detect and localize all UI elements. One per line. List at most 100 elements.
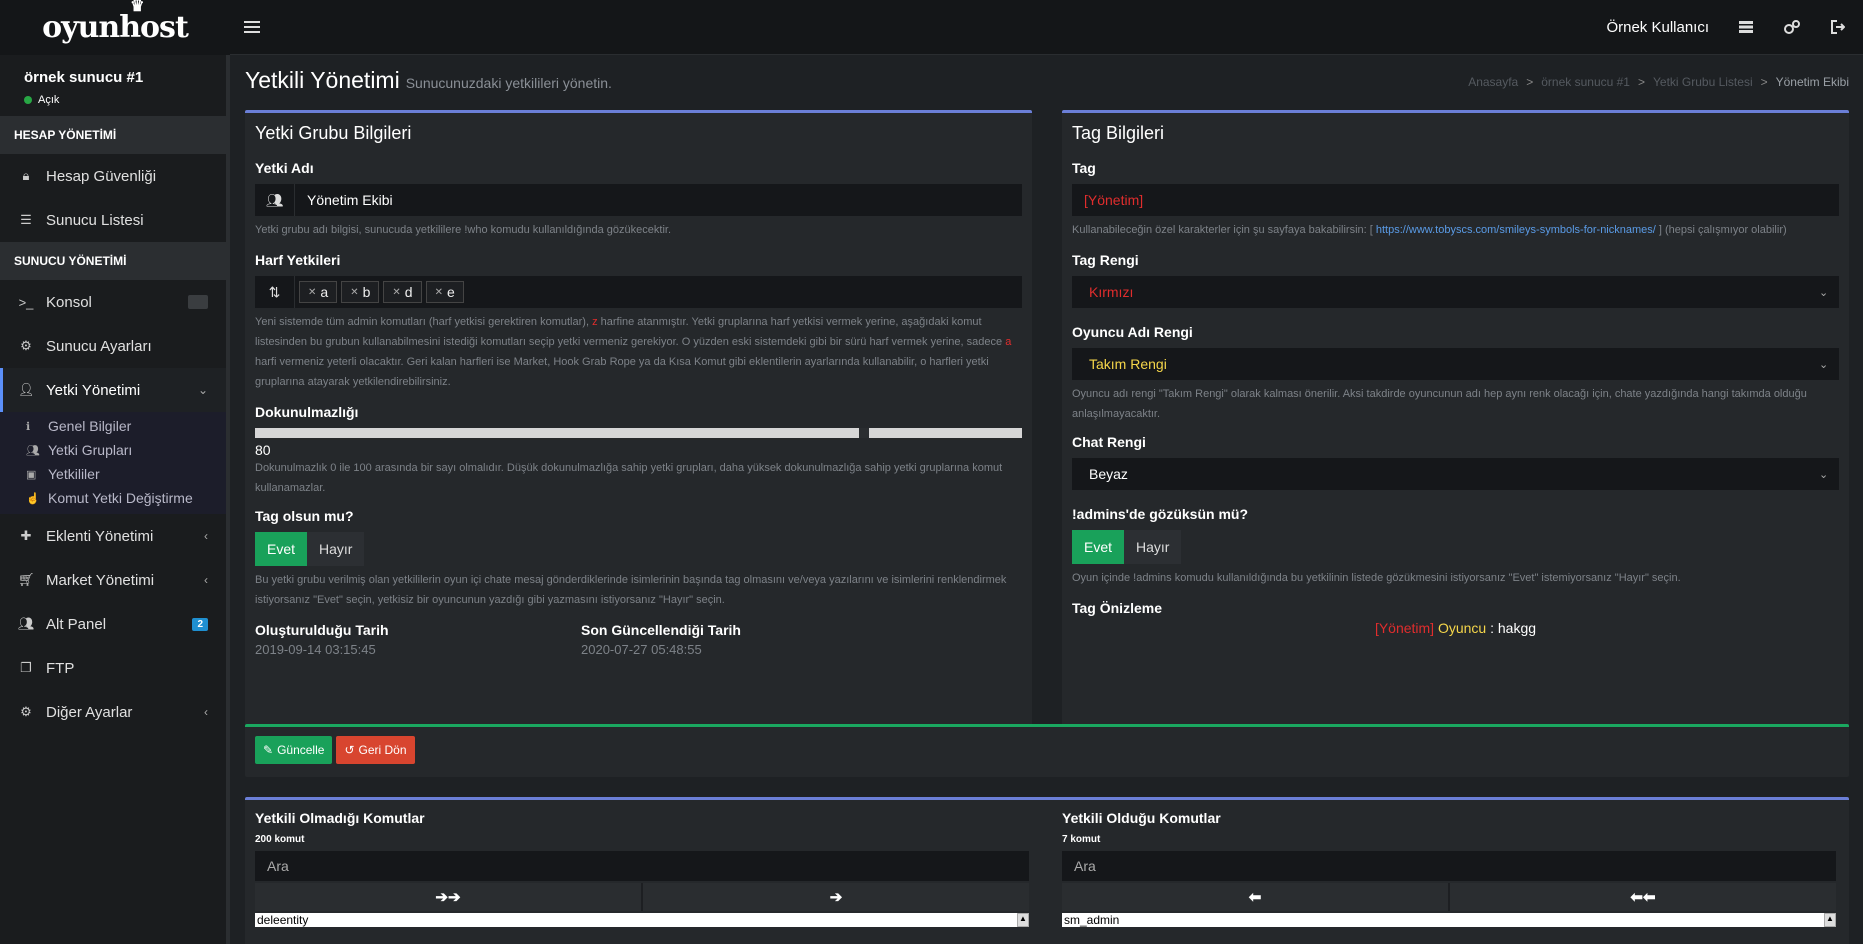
copy-icon: ❐ [20, 660, 32, 675]
section-header-server: SUNUCU YÖNETİMİ [0, 242, 226, 280]
remove-icon[interactable]: ✕ [392, 287, 400, 298]
sidebar-item-account-security[interactable]: 🔒︎ Hesap Güvenliği [0, 154, 226, 198]
slider-handle[interactable] [859, 428, 869, 438]
name-color-help: Oyuncu adı rengi "Takım Rengi" olarak ka… [1072, 388, 1807, 420]
sidebar-item-other-settings[interactable]: ⚙ Diğer Ayarlar ‹ [0, 690, 226, 734]
assigned-commands-panel: Yetkili Olduğu Komutlar 7 komut Ara ⬅ ⬅⬅… [1062, 810, 1836, 927]
menu-toggle-icon[interactable] [244, 18, 260, 36]
submenu-item-groups[interactable]: 👥︎ Yetki Grupları [0, 438, 226, 462]
tag-input[interactable]: [Yönetim] [1072, 184, 1839, 216]
admins-no-button[interactable]: Hayır [1124, 530, 1182, 564]
logout-icon[interactable] [1829, 18, 1847, 36]
sidebar-item-subpanel[interactable]: 👥︎ Alt Panel 2 [0, 602, 226, 646]
preview-message: hakgg [1497, 620, 1537, 636]
gear-icon: ⚙ [20, 338, 32, 353]
group-name-value: Yönetim Ekibi [307, 192, 393, 208]
immunity-label: Dokunulmazlığı [255, 404, 359, 420]
flag-chip[interactable]: ✕ e [425, 281, 464, 303]
sidebar-item-admin-management[interactable]: 👤︎ Yetki Yönetimi ⌄ [0, 368, 226, 412]
users-icon: 👥︎ [18, 616, 35, 631]
tag-info-box: Tag Bilgileri Tag [Yönetim] Kullanabilec… [1062, 110, 1849, 760]
edit-icon: ✎ [263, 743, 274, 757]
symbols-link[interactable]: https://www.tobyscs.com/smileys-symbols-… [1376, 224, 1656, 236]
move-all-right-button[interactable]: ➔➔ [255, 883, 641, 911]
server-list-icon[interactable] [1737, 18, 1755, 36]
users-icon: 👥︎ [255, 184, 295, 216]
flags-field[interactable]: ⇅ ✕ a ✕ b ✕ d ✕ e [255, 276, 1022, 308]
flag-chip[interactable]: ✕ a [299, 281, 338, 303]
sidebar-item-plugins[interactable]: ✚ Eklenti Yönetimi ‹ [0, 514, 226, 558]
tag-label: Tag [1072, 160, 1096, 176]
sidebar: örnek sunucu #1 Açık HESAP YÖNETİMİ 🔒︎ H… [0, 55, 230, 944]
created-label: Oluşturulduğu Tarih [255, 622, 389, 638]
sidebar-item-market[interactable]: 🛒︎ Market Yönetimi ‹ [0, 558, 226, 602]
flag-chip-label: b [362, 284, 371, 300]
remove-icon[interactable]: ✕ [350, 287, 358, 298]
tag-info-title: Tag Bilgileri [1072, 123, 1165, 143]
tag-yes-button[interactable]: Evet [255, 532, 308, 566]
submenu-item-command-change[interactable]: ☝ Komut Yetki Değiştirme [0, 486, 226, 510]
flags-help-part: Yeni sistemde tüm admin komutları (harf … [255, 316, 593, 328]
flag-chip[interactable]: ✕ b [341, 281, 380, 303]
unassigned-search-input[interactable]: Ara [255, 851, 1029, 881]
tag-color-select[interactable]: Kırmızı ⌄ [1072, 276, 1839, 308]
sidebar-item-server-list[interactable]: ☰ Sunucu Listesi [0, 198, 226, 242]
status-dot-icon [24, 96, 32, 104]
breadcrumb-server[interactable]: örnek sunucu #1 [1541, 75, 1630, 89]
chevron-down-icon: ⌄ [1819, 468, 1829, 481]
flags-help-part: harfi vermeniz yeterli olacaktır. Geri k… [255, 356, 989, 388]
tag-toggle: Evet Hayır [255, 532, 1022, 566]
top-bar: oyunhost ♛ Örnek Kullanıcı [0, 0, 1863, 55]
chevron-down-icon: ⌄ [1819, 286, 1829, 299]
chat-color-select[interactable]: Beyaz ⌄ [1072, 458, 1839, 490]
sidebar-item-ftp[interactable]: ❐ FTP [0, 646, 226, 690]
tag-no-button[interactable]: Hayır [307, 532, 365, 566]
admins-yes-button[interactable]: Evet [1072, 530, 1125, 564]
revert-button-label: Geri Dön [358, 743, 407, 757]
chevron-left-icon: ‹ [204, 573, 208, 587]
submenu-item-admins[interactable]: ▣ Yetkililer [0, 462, 226, 486]
move-left-button[interactable]: ⬅ [1062, 883, 1448, 911]
flag-chip[interactable]: ✕ d [383, 281, 422, 303]
breadcrumb-group-list[interactable]: Yetki Grubu Listesi [1653, 75, 1753, 89]
user-name[interactable]: Örnek Kullanıcı [1606, 19, 1709, 36]
move-right-button[interactable]: ➔ [641, 883, 1029, 911]
updated-value: 2020-07-27 05:48:55 [581, 642, 702, 657]
sidebar-item-console[interactable]: >_ Konsol [0, 280, 226, 324]
immunity-help: Dokunulmazlık 0 ile 100 arasında bir say… [255, 462, 1003, 494]
tag-preview: [Yönetim] Oyuncu : hakgg [1062, 620, 1849, 636]
breadcrumb-home[interactable]: Anasayfa [1468, 75, 1518, 89]
scrollbar-up-icon[interactable]: ▲ [1824, 913, 1836, 927]
unassigned-commands-panel: Yetkili Olmadığı Komutlar 200 komut Ara … [255, 810, 1029, 927]
sidebar-item-server-settings[interactable]: ⚙ Sunucu Ayarları [0, 324, 226, 368]
submenu-item-label: Yetkililer [48, 466, 100, 482]
hand-icon: ☝ [26, 492, 40, 505]
unassigned-commands-list[interactable]: deleentity ▲ [255, 913, 1029, 927]
revert-button[interactable]: ↺ Geri Dön [336, 736, 415, 764]
logo[interactable]: oyunhost ♛ [0, 0, 230, 55]
list-item[interactable]: sm_admin [1064, 913, 1119, 927]
submenu-admin: ℹ Genel Bilgiler 👥︎ Yetki Grupları ▣ Yetkil… [0, 412, 226, 514]
move-all-left-button[interactable]: ⬅⬅ [1448, 883, 1836, 911]
list-item[interactable]: deleentity [257, 913, 308, 927]
updated-label: Son Güncellendiği Tarih [581, 622, 741, 638]
submenu-item-general[interactable]: ℹ Genel Bilgiler [0, 414, 226, 438]
settings-icon[interactable] [1783, 18, 1801, 36]
immunity-slider[interactable] [255, 428, 1022, 438]
external-link-icon[interactable] [188, 295, 208, 309]
assigned-commands-list[interactable]: sm_admin ▲ [1062, 913, 1836, 927]
remove-icon[interactable]: ✕ [308, 287, 316, 298]
immunity-value: 80 [255, 442, 271, 458]
search-placeholder: Ara [1074, 858, 1096, 874]
scrollbar-up-icon[interactable]: ▲ [1017, 913, 1029, 927]
lock-icon: 🔒︎ [22, 168, 30, 183]
remove-icon[interactable]: ✕ [435, 287, 443, 298]
sidebar-item-label: Eklenti Yönetimi [46, 527, 154, 545]
name-color-select[interactable]: Takım Rengi ⌄ [1072, 348, 1839, 380]
tag-help: Bu yetki grubu verilmiş olan yetkilileri… [255, 574, 1007, 606]
update-button[interactable]: ✎ Güncelle [255, 736, 333, 764]
preview-sep: : [1486, 620, 1498, 636]
chevron-left-icon: ‹ [204, 529, 208, 543]
assigned-search-input[interactable]: Ara [1062, 851, 1836, 881]
group-name-field[interactable]: 👥︎ Yönetim Ekibi [255, 184, 1022, 216]
